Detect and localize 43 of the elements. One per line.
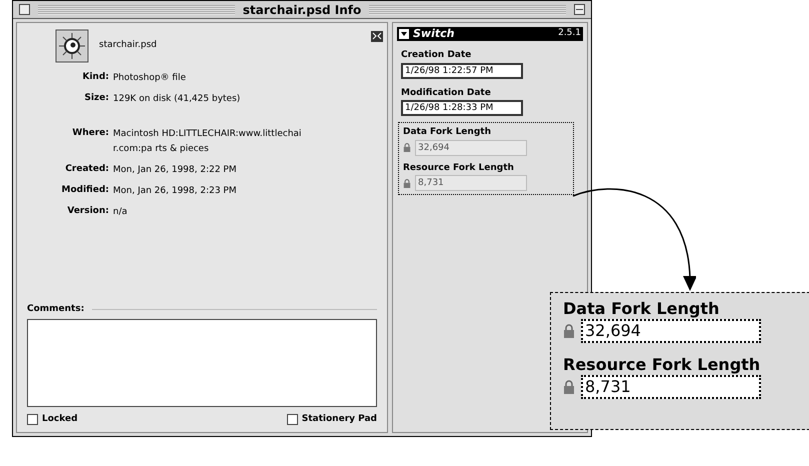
checkbox-label: Stationery Pad (302, 412, 377, 426)
lock-icon (403, 143, 411, 152)
field-label: Data Fork Length (403, 126, 492, 139)
plugin-title: Switch (413, 26, 454, 42)
window-title: starchair.psd Info (242, 2, 362, 18)
checkbox[interactable] (27, 414, 38, 425)
file-name: starchair.psd (99, 39, 157, 52)
lock-icon (563, 380, 575, 394)
callout-label: Data Fork Length (563, 299, 720, 319)
lock-icon (563, 324, 575, 338)
length-field: 8,731 (415, 175, 527, 191)
field-label: Creation Date (401, 49, 472, 62)
date-field[interactable]: 1/26/98 1:22:57 PM (401, 62, 523, 78)
checkbox-label: Locked (42, 412, 78, 426)
menu-arrow-icon[interactable] (399, 29, 409, 39)
info-value: n/a (113, 206, 128, 219)
switch-icon[interactable] (371, 31, 383, 42)
comments-label: Comments: (27, 303, 84, 316)
info-value: Mon, Jan 26, 1998, 2:22 PM (113, 164, 238, 177)
info-label: Version: (66, 205, 109, 218)
collapse-box[interactable] (574, 4, 585, 15)
document-icon (55, 29, 89, 63)
date-field[interactable]: 1/26/98 1:28:33 PM (401, 100, 523, 116)
info-value: 129K on disk (41,425 bytes) (113, 93, 242, 106)
info-label: Kind: (81, 71, 109, 84)
callout-label: Resource Fork Length (563, 355, 762, 375)
callout-field: 8,731 (581, 375, 761, 399)
checkbox[interactable] (286, 414, 298, 425)
close-box[interactable] (19, 4, 30, 15)
plugin-version: 2.5.1 (558, 27, 581, 40)
info-label: Modified: (60, 184, 109, 197)
lock-icon (403, 178, 411, 188)
info-label: Where: (71, 127, 109, 140)
info-label: Size: (83, 92, 109, 105)
info-value: Mon, Jan 26, 1998, 2:23 PM (113, 185, 238, 198)
field-label: Modification Date (401, 86, 492, 100)
comments-field[interactable] (27, 318, 377, 406)
field-label: Resource Fork Length (403, 162, 515, 174)
info-value: Photoshop® file (113, 72, 187, 85)
info-label: Created: (64, 163, 109, 176)
info-value: Macintosh HD:LITTLECHAIR:www.littlechair.com:pa rts & pieces (113, 128, 302, 156)
callout-field: 32,694 (581, 319, 761, 343)
length-field: 32,694 (415, 140, 527, 156)
